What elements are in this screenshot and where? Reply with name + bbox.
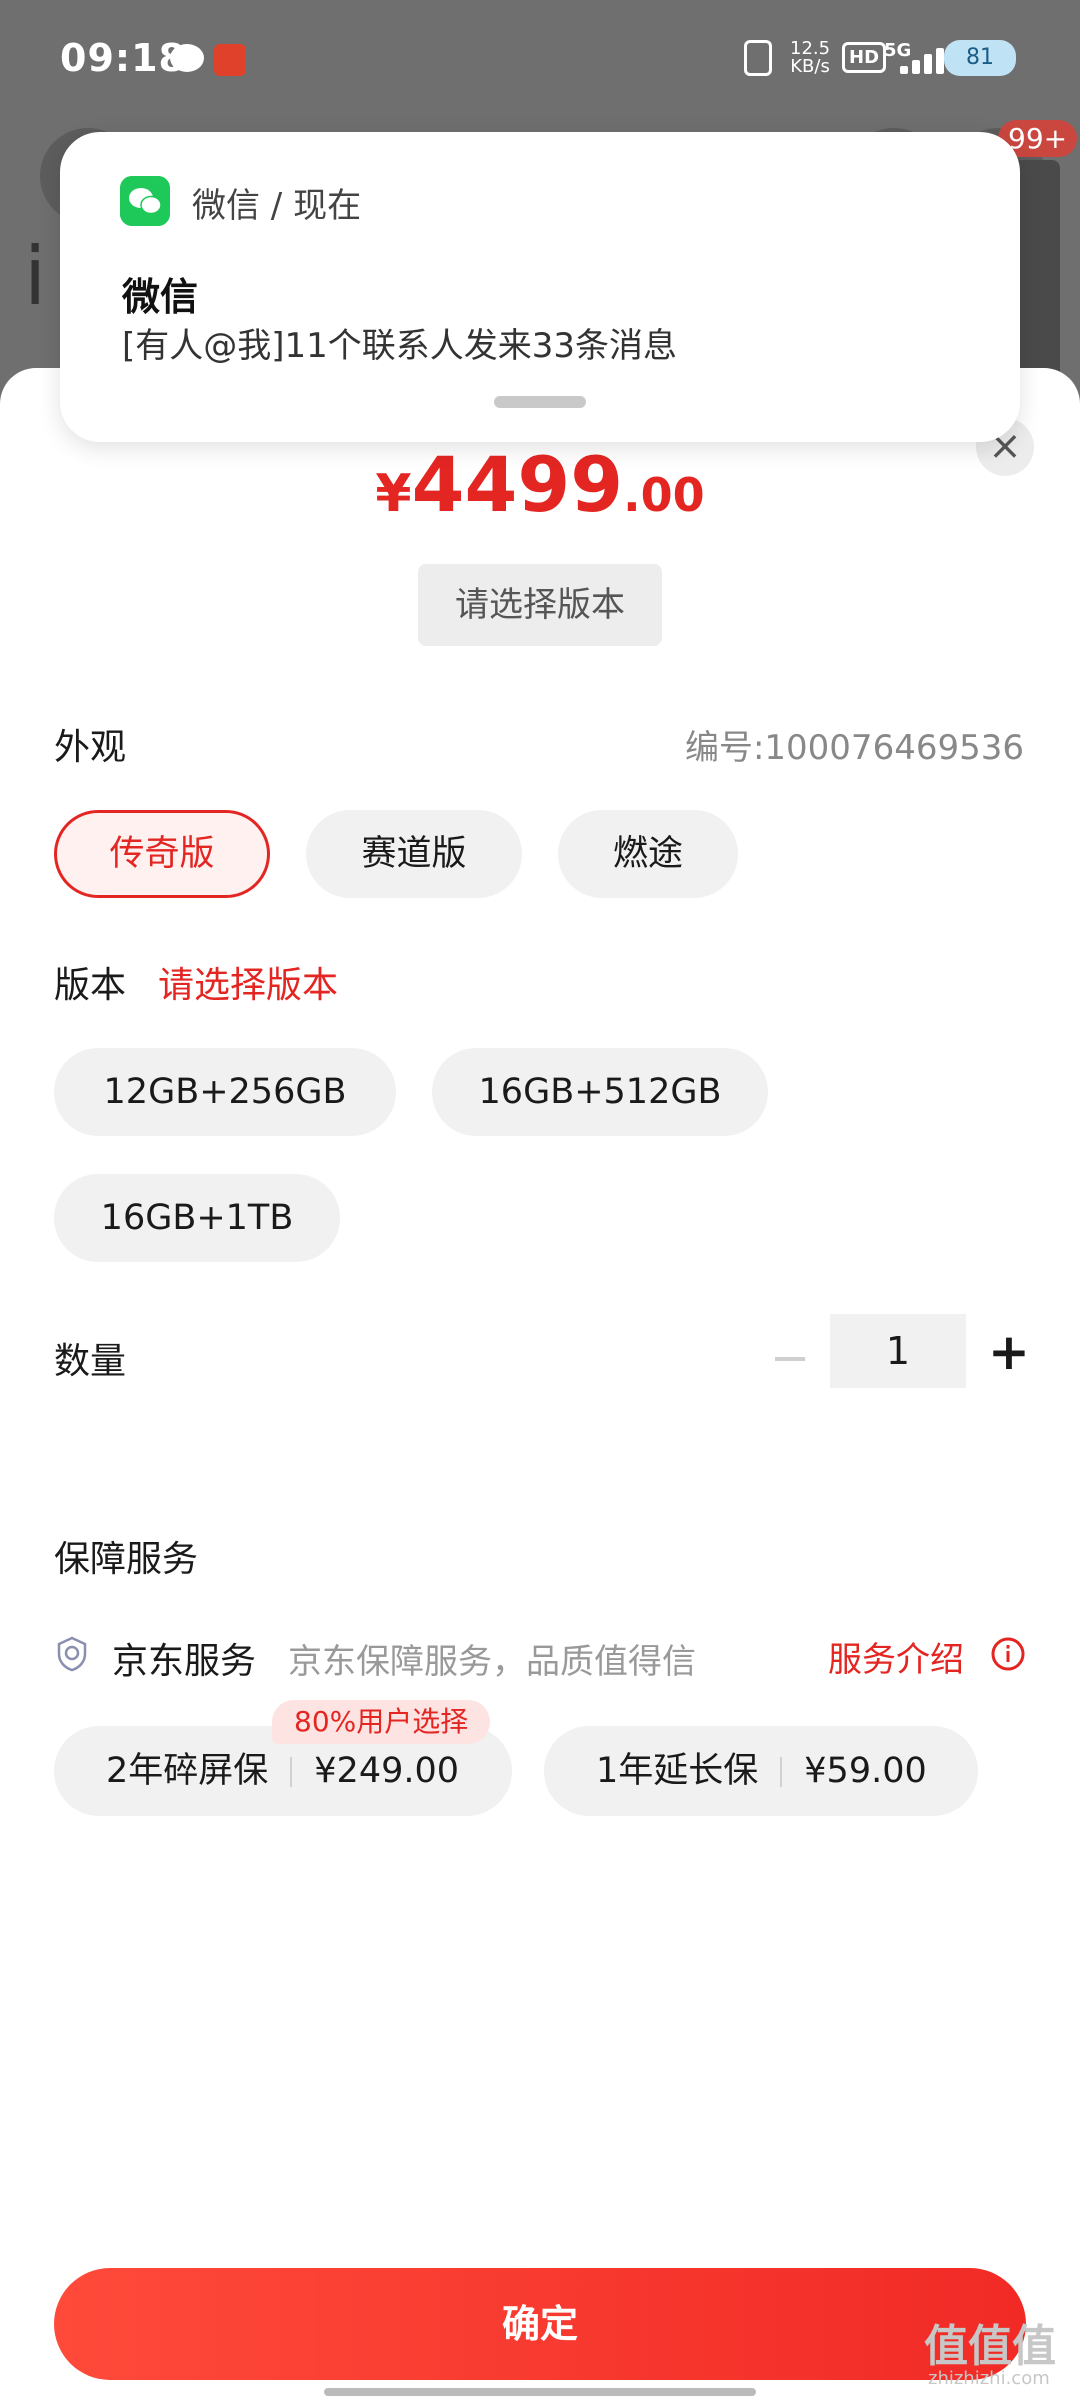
hd-icon: HD — [842, 42, 887, 73]
version-required-hint: 请选择版本 — [158, 965, 339, 1006]
appearance-title: 外观 — [54, 727, 127, 768]
protection-title: 保障服务 — [54, 1539, 199, 1580]
net-speed: 12.5 KB/s — [790, 38, 831, 77]
sku-number: 编号:100076469536 — [684, 728, 1024, 768]
version-option-16-512[interactable]: 16GB+512GB — [432, 1048, 768, 1136]
info-icon[interactable] — [990, 1636, 1026, 1672]
quantity-title: 数量 — [54, 1341, 127, 1382]
appearance-option-racing[interactable]: 赛道版 — [306, 810, 522, 898]
wechat-status-icon — [170, 44, 204, 72]
notification-body: [有人@我]11个联系人发来33条消息 — [122, 326, 678, 366]
service-intro-link[interactable]: 服务介绍 — [828, 1632, 964, 1681]
service-option-name: 1年延长保 — [596, 1751, 759, 1791]
wechat-icon — [120, 176, 170, 226]
price-integer: 4499 — [411, 440, 624, 529]
watermark-url: zhizhizhi.com — [928, 2368, 1050, 2389]
jd-service-shield-icon — [57, 1636, 87, 1672]
wechat-notification[interactable]: 微信 / 现在 微信 [有人@我]11个联系人发来33条消息 — [60, 132, 1020, 442]
price: ¥4499.00 — [0, 440, 1080, 529]
status-bar: 09:18 12.5 KB/s HD 5G 81 — [0, 0, 1080, 120]
version-title: 版本 — [54, 965, 127, 1006]
home-indicator — [324, 2388, 756, 2396]
notification-drag-handle[interactable] — [494, 396, 586, 408]
version-option-12-256[interactable]: 12GB+256GB — [54, 1048, 396, 1136]
battery-icon: 81 — [944, 40, 1016, 76]
service-description: 京东保障服务，品质值得信 — [288, 1642, 696, 1682]
service-name: 京东服务 — [112, 1641, 257, 1682]
divider — [290, 1757, 293, 1787]
divider — [780, 1757, 783, 1787]
notification-app-name: 微信 / 现在 — [192, 186, 362, 226]
service-option-price: ¥249.00 — [314, 1751, 460, 1791]
app-status-icon — [214, 44, 246, 76]
quantity-input[interactable]: 1 — [830, 1314, 966, 1388]
service-option-name: 2年碎屏保 — [106, 1751, 269, 1791]
notification-title: 微信 — [122, 275, 199, 319]
appearance-option-legend[interactable]: 传奇版 — [54, 810, 270, 898]
watermark-logo: 值值值 — [924, 2321, 1056, 2372]
confirm-button[interactable]: 确定 — [54, 2268, 1026, 2380]
version-hint-box: 请选择版本 — [418, 564, 662, 646]
appearance-option-rantu[interactable]: 燃途 — [558, 810, 738, 898]
vibrate-icon — [744, 40, 772, 76]
background-title-fragment: i — [24, 230, 47, 323]
price-currency: ¥ — [375, 464, 412, 524]
status-time: 09:18 — [60, 36, 186, 80]
service-option-price: ¥59.00 — [804, 1751, 927, 1791]
price-decimal: .00 — [623, 468, 705, 522]
quantity-increase-button[interactable]: + — [984, 1322, 1034, 1382]
version-option-16-1tb[interactable]: 16GB+1TB — [54, 1174, 340, 1262]
service-option-extended-warranty[interactable]: 1年延长保 ¥59.00 — [544, 1726, 978, 1816]
popular-choice-badge: 80%用户选择 — [272, 1700, 491, 1744]
quantity-decrease-button[interactable]: − — [770, 1328, 810, 1388]
